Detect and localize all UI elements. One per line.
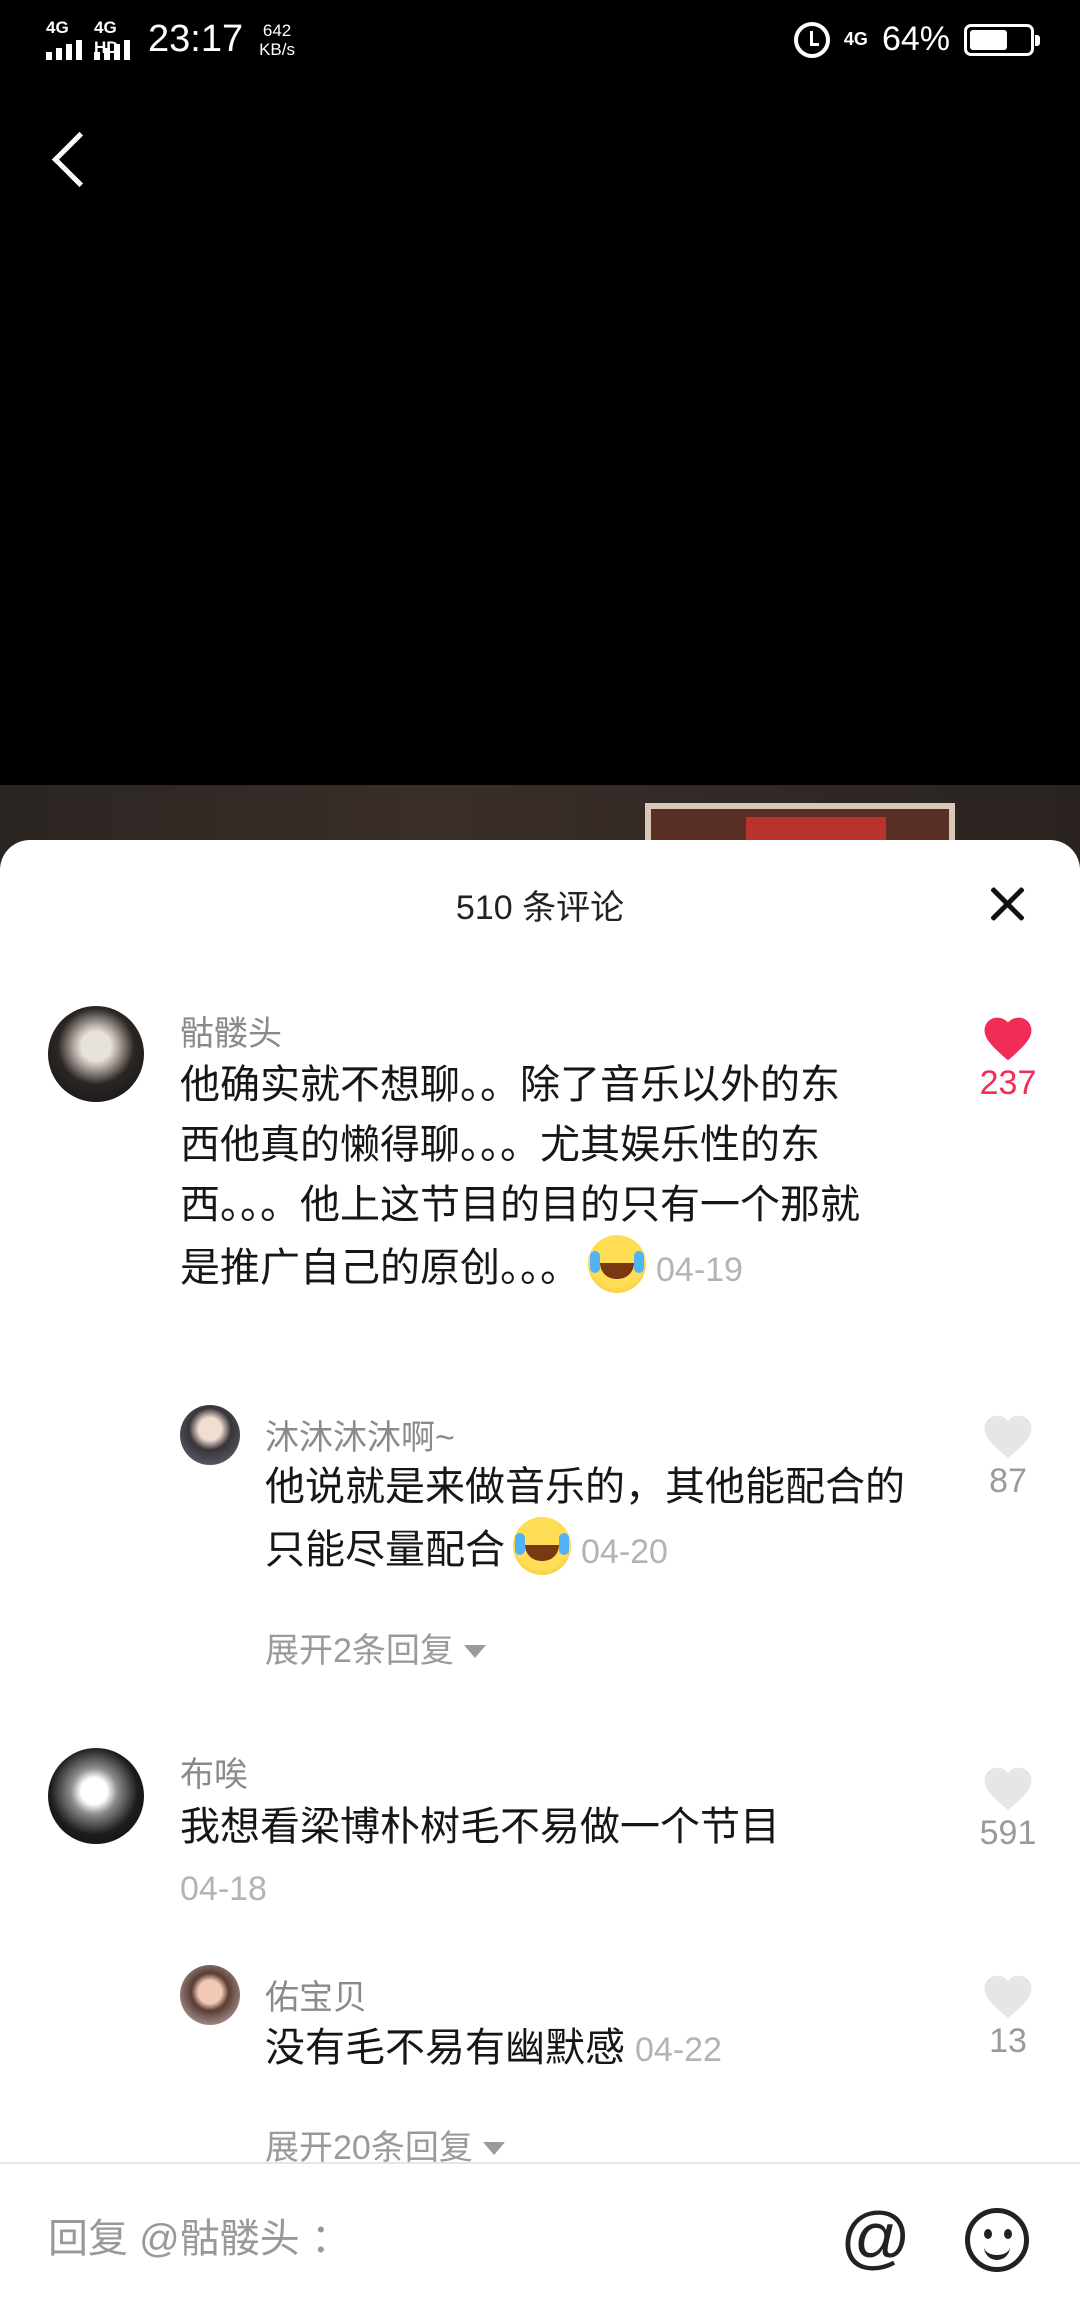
comment-text[interactable]: 我想看梁博朴树毛不易做一个节目 04-18 (180, 1797, 900, 1919)
emoji-icon[interactable] (965, 2208, 1029, 2272)
like-button[interactable]: 237 (963, 1012, 1053, 1103)
sim1-label: 4G (46, 17, 69, 37)
chevron-down-icon (463, 1645, 486, 1658)
battery-icon (964, 23, 1040, 56)
comment-username[interactable]: 布唉 (180, 1747, 248, 1796)
comment-body: 我想看梁博朴树毛不易做一个节目 (180, 1805, 780, 1849)
reply-date: 04-20 (581, 1533, 668, 1571)
chevron-down-icon (482, 2142, 505, 2155)
heart-icon (984, 1975, 1032, 2019)
speed-unit: KB/s (259, 39, 295, 59)
reply-text[interactable]: 没有毛不易有幽默感 04-22 (265, 2018, 905, 2080)
close-icon[interactable] (985, 882, 1029, 926)
comment-date: 04-18 (180, 1870, 267, 1908)
sim2-label: 4G HD (94, 17, 119, 57)
heart-icon (984, 1017, 1032, 1061)
battery-percent: 64% (881, 20, 950, 58)
avatar[interactable] (180, 1405, 240, 1465)
like-count: 591 (979, 1814, 1037, 1852)
back-button[interactable] (44, 126, 100, 196)
reply-body: 没有毛不易有幽默感 (265, 2026, 625, 2070)
reply-username[interactable]: 佑宝贝 (265, 1970, 367, 2019)
avatar[interactable] (180, 1965, 240, 2025)
expand-label: 展开2条回复 (265, 1632, 454, 1670)
network-speed: 642 KB/s (259, 21, 295, 59)
heart-icon (984, 1415, 1032, 1459)
reply-bar: 回复 @骷髅头 ： @ (0, 2162, 1080, 2316)
avatar[interactable] (48, 1748, 144, 1844)
sim1-signal-icon: 4G (46, 17, 82, 60)
clock: 23:17 (148, 18, 244, 60)
network-type: 4G (843, 29, 868, 49)
reply-date: 04-22 (635, 2031, 722, 2069)
reply-username[interactable]: 沐沐沐沐啊~ (265, 1410, 455, 1459)
avatar[interactable] (48, 1006, 144, 1102)
like-count: 237 (979, 1064, 1037, 1102)
comment-body: 他确实就不想聊。。除了音乐以外的东西他真的懒得聊。。。尤其娱乐性的东西。。。他上… (180, 1063, 860, 1290)
mention-button[interactable]: @ (840, 2202, 911, 2272)
like-button[interactable]: 87 (963, 1410, 1053, 1501)
comment-text[interactable]: 他确实就不想聊。。除了音乐以外的东西他真的懒得聊。。。尤其娱乐性的东西。。。他上… (180, 1055, 860, 1300)
like-count: 13 (989, 2022, 1027, 2060)
like-count: 87 (989, 1462, 1027, 1500)
speed-value: 642 (262, 20, 292, 40)
reply-text[interactable]: 他说就是来做音乐的，其他能配合的只能尽量配合 04-20 (265, 1457, 905, 1582)
comment-username[interactable]: 骷髅头 (180, 1006, 282, 1055)
like-button[interactable]: 13 (963, 1970, 1053, 2061)
sim2-signal-icon: 4G HD (94, 17, 130, 60)
comment-count-title: 510 条评论 (455, 889, 625, 927)
laugh-cry-emoji-icon (588, 1235, 646, 1293)
like-button[interactable]: 591 (963, 1762, 1053, 1853)
laugh-cry-emoji-icon (513, 1517, 571, 1575)
status-bar: 4G 4G HD 23:17 642 KB/s 4G 64% (0, 0, 1080, 84)
alarm-icon (793, 21, 830, 58)
reply-input[interactable]: 回复 @骷髅头 ： (48, 2206, 351, 2264)
heart-icon (984, 1767, 1032, 1811)
comment-sheet: 510 条评论 骷髅头 他确实就不想聊。。除了音乐以外的东西他真的懒得聊。。。尤… (0, 840, 1080, 2316)
comment-date: 04-19 (656, 1251, 743, 1289)
expand-replies-button[interactable]: 展开2条回复 (265, 1623, 486, 1672)
